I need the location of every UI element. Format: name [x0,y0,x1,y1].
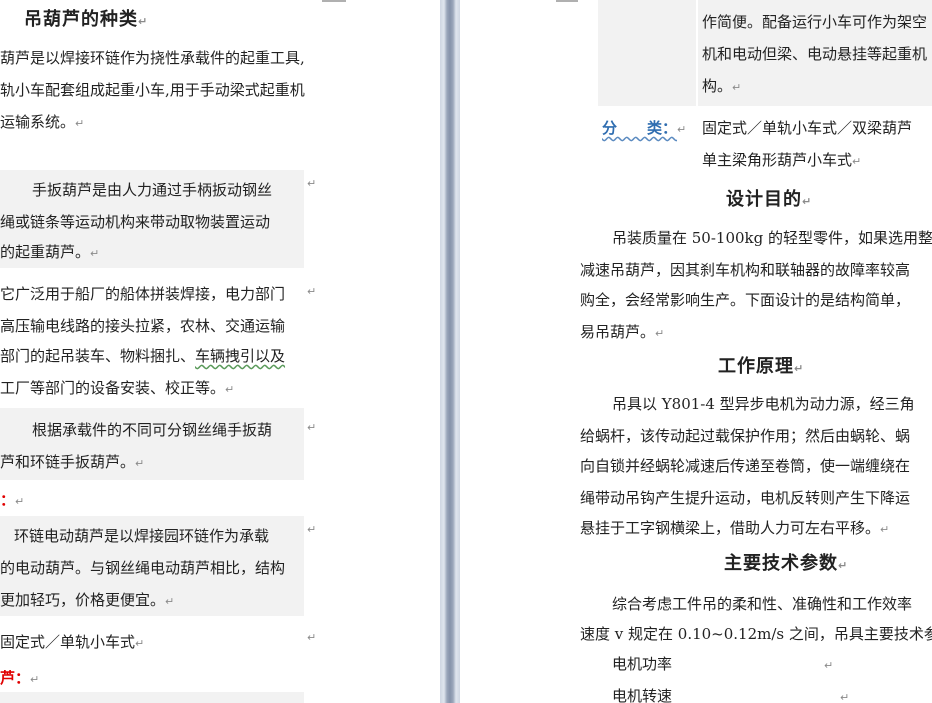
box2-line-1: 它广泛用于船厂的船体拼装焊接，电力部门 [0,285,286,303]
principle-line-3: 向自锁并经蜗轮减速后传递至卷筒，使一端缠绕在 [580,457,911,475]
red-label-2: 芦：↵ [0,668,39,690]
page-top-marker [322,0,346,2]
box4-line-3: 更加轻巧，价格更便宜。↵ [0,590,174,612]
cell-end-mark: ↵ [307,523,317,536]
paragraph-mark: ↵ [225,383,235,396]
paragraph-mark: ↵ [852,155,862,168]
paragraph-mark: ↵ [802,195,813,208]
heading-design-purpose: 设计目的↵ [726,190,812,212]
box2-line-2: 高压输电线路的接头拉紧，农林、交通运输 [0,317,286,335]
paragraph-mark: ↵ [75,117,85,130]
section-heading: 吊葫芦的种类↵ [24,10,148,32]
paragraph-mark: ↵ [732,81,742,94]
box4-line-2: 的电动葫芦。与钢丝绳电动葫芦相比，结构 [0,559,286,577]
cell-end-mark: ↵ [307,285,317,298]
paragraph-mark: ↵ [90,247,100,260]
type-text: 固定式／单轨小车式 [0,633,136,651]
heading-text: 主要技术参数 [724,553,838,574]
principle-line-4: 绳带动吊钩产生提升运动，电机反转则产生下降运 [580,489,911,507]
classification-line-1: 固定式／单轨小车式／双梁葫芦 [702,119,913,137]
page-gutter [440,0,460,703]
cell-end-mark: ↵ [824,659,834,672]
cell-end-mark: ↵ [307,421,317,434]
table-cell-shaded [0,692,304,703]
top-cell-line-2: 机和电动但梁、电动悬挂等起重机 [702,45,928,63]
principle-line-5: 悬挂于工字钢横梁上，借助人力可左右平移。↵ [580,518,889,540]
box2-line-3: 部门的起吊装车、物料捆扎、车辆拽引以及 [0,346,285,366]
red-label-1: ：↵ [0,490,24,512]
document-page-right: 作简便。配备运行小车可作为架空 机和电动但梁、电动悬挂等起重机 构。↵ 分 类：… [460,0,932,703]
classification-label: 分 类：↵ [602,118,686,140]
principle-text: 悬挂于工字钢横梁上，借助人力可左右平移。 [580,519,881,537]
cell-end-mark: ↵ [307,631,317,644]
intro-line-2: 轨小车配套组成起重小车,用于手动梁式起重机 [0,81,305,99]
box3-line-2: 芦和环链手扳葫芦。↵ [0,452,144,474]
box1-line-2: 绳或链条等运动机构来带动取物装置运动 [0,213,271,231]
box2-text: 部门的起吊装车、物料捆扎、 [0,347,196,365]
paragraph-mark: ↵ [135,637,145,650]
intro-text: 运输系统。 [0,113,76,131]
paragraph-mark: ↵ [794,362,805,375]
table-cell-shaded [598,0,696,106]
spellcheck-underlined-text[interactable]: 车辆拽引以及 [195,347,285,365]
heading-technical-parameters: 主要技术参数↵ [724,554,848,576]
type-line: 固定式／单轨小车式↵ [0,632,144,654]
paragraph-mark: ↵ [655,327,665,340]
box2-line-4: 工厂等部门的设备安装、校正等。↵ [0,378,234,400]
paragraph-mark: ↵ [135,457,145,470]
page-top-marker [556,0,578,2]
paragraph-mark: ↵ [30,673,40,686]
heading-text: 工作原理 [718,356,794,377]
cell-end-mark: ↵ [307,177,317,190]
params-line-1: 综合考虑工件吊的柔和性、准确性和工作效率 [612,595,913,613]
heading-text: 吊葫芦的种类 [24,9,138,30]
box1-text: 的起重葫芦。 [0,243,91,261]
cell-end-mark: ↵ [677,123,687,136]
box2-text: 工厂等部门的设备安装、校正等。 [0,379,226,397]
top-cell-text: 构。 [702,77,733,95]
red-label-text: 芦： [0,669,31,687]
box4-line-1: 环链电动葫芦是以焊接园环链作为承载 [14,527,270,545]
principle-line-2: 给蜗杆，该传动起过载保护作用；然后由蜗轮、蜗 [580,427,911,445]
purpose-line-3: 购全，会经常影响生产。下面设计的是结构简单， [580,291,911,309]
principle-line-1: 吊具以 Y801-4 型异步电机为动力源，经三角 [612,395,915,413]
top-cell-line-1: 作简便。配备运行小车可作为架空 [702,13,928,31]
intro-line-1: 葫芦是以焊接环链作为挠性承载件的起重工具, [0,49,305,67]
params-line-2: 速度 v 规定在 0.10~0.12m/s 之间，吊具主要技术参 [580,625,932,643]
heading-text: 设计目的 [726,189,802,210]
paragraph-mark: ↵ [838,559,849,572]
paragraph-mark: ↵ [138,15,149,28]
heading-working-principle: 工作原理↵ [718,357,804,379]
paragraph-mark: ↵ [165,595,175,608]
param-item-motor-speed: 电机转速 [612,687,673,703]
paragraph-mark: ↵ [15,495,25,508]
purpose-text: 易吊葫芦。 [580,323,656,341]
classification-label-text: 分 类： [602,119,678,137]
cell-end-mark: ↵ [840,691,850,703]
box1-line-1: 手扳葫芦是由人力通过手柄扳动钢丝 [32,181,273,199]
classification-line-2: 单主梁角形葫芦小车式↵ [702,150,861,172]
box3-text: 芦和环链手扳葫芦。 [0,453,136,471]
purpose-line-1: 吊装质量在 50-100kg 的轻型零件，如果选用整 [612,229,932,247]
box3-line-1: 根据承载件的不同可分钢丝绳手扳葫 [32,421,273,439]
param-item-motor-power: 电机功率 [612,655,673,673]
red-label-text: ： [0,491,16,509]
paragraph-mark: ↵ [880,523,890,536]
box4-text: 更加轻巧，价格更便宜。 [0,591,166,609]
purpose-line-2: 减速吊葫芦，因其刹车机构和联轴器的故障率较高 [580,261,911,279]
purpose-line-4: 易吊葫芦。↵ [580,322,664,344]
box1-line-3: 的起重葫芦。↵ [0,242,99,264]
intro-line-3: 运输系统。↵ [0,112,84,134]
top-cell-line-3: 构。↵ [702,76,741,98]
document-page-left: 吊葫芦的种类↵ 葫芦是以焊接环链作为挠性承载件的起重工具, 轨小车配套组成起重小… [0,0,440,703]
classification-text: 单主梁角形葫芦小车式 [702,151,853,169]
